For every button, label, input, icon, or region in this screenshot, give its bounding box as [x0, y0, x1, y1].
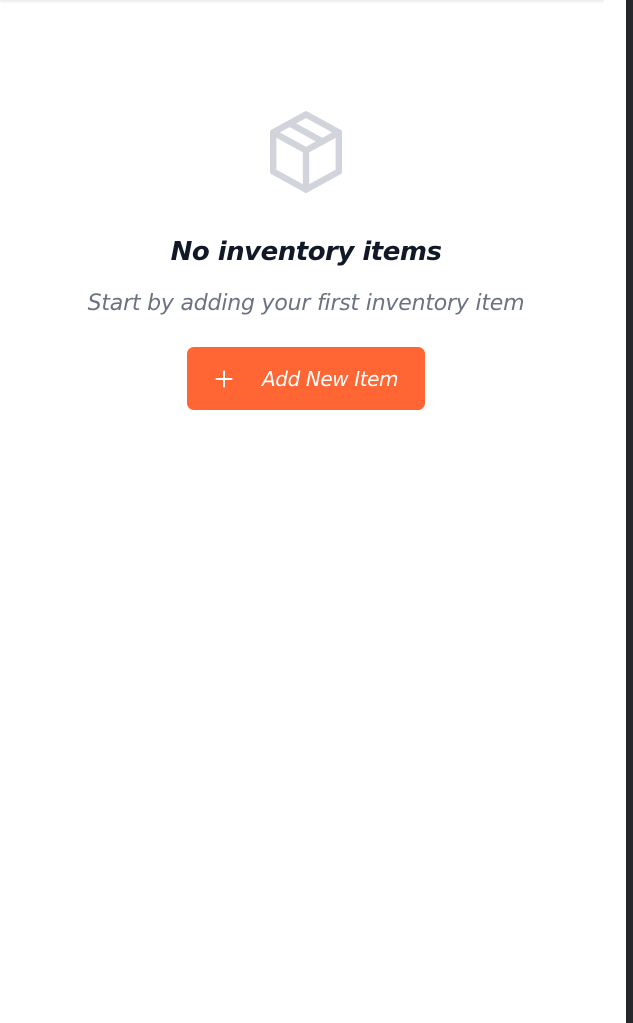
add-new-item-button[interactable]: Add New Item: [187, 347, 425, 410]
plus-icon: [215, 370, 233, 387]
empty-state: No inventory items Start by adding your …: [0, 104, 612, 410]
empty-state-title: No inventory items: [170, 237, 442, 267]
app-viewport: No inventory items Start by adding your …: [0, 0, 633, 1023]
empty-state-subtitle: Start by adding your first inventory ite…: [87, 291, 525, 316]
add-new-item-label: Add New Item: [262, 366, 399, 391]
header-shadow: [0, 0, 604, 4]
box-icon: [270, 111, 342, 193]
window-edge: [626, 0, 633, 1023]
